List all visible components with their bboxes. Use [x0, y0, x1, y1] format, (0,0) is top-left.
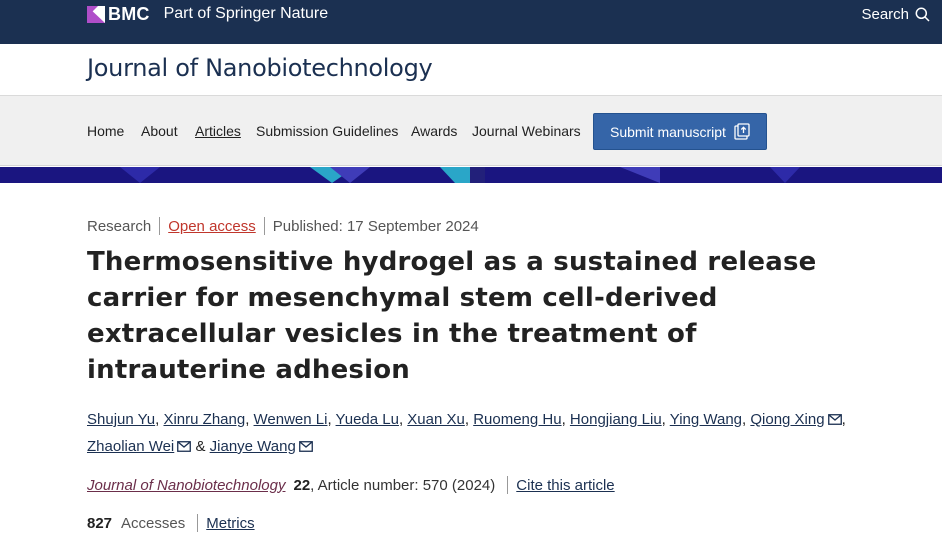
article-number: , Article number: 570 (2024)	[310, 476, 496, 494]
open-access-link[interactable]: Open access	[168, 218, 256, 235]
citation-line: Journal of Nanobiotechnology 22 , Articl…	[87, 476, 615, 494]
author-list: Shujun Yu, Xinru Zhang, Wenwen Li, Yueda…	[87, 411, 846, 455]
bmc-logo-mark-icon	[87, 5, 105, 23]
author-link[interactable]: Yueda Lu	[336, 411, 399, 428]
journal-title-link[interactable]: Journal of Nanobiotechnology	[87, 54, 433, 82]
envelope-icon[interactable]	[298, 441, 313, 452]
author-link[interactable]: Shujun Yu	[87, 411, 155, 428]
accesses-label: Accesses	[121, 514, 186, 532]
meta-divider	[159, 217, 161, 235]
cite-this-article-link[interactable]: Cite this article	[516, 477, 614, 494]
envelope-icon[interactable]	[827, 414, 842, 425]
publisher-tagline[interactable]: Part of Springer Nature	[164, 5, 329, 23]
meta-divider	[263, 217, 265, 235]
volume-number: 22	[293, 476, 311, 494]
journal-name-link[interactable]: Journal of Nanobiotechnology	[87, 477, 285, 494]
meta-divider	[507, 476, 509, 494]
author-link[interactable]: Zhaolian Wei	[87, 438, 174, 455]
author-link[interactable]: Wenwen Li	[254, 411, 328, 428]
article-title: Thermosensitive hydrogel as a sustained …	[87, 247, 817, 385]
top-bar: BMC Part of Springer Nature Search	[0, 0, 942, 44]
published-date: Published: 17 September 2024	[272, 217, 479, 235]
nav-submission-guidelines[interactable]: Submission Guidelines	[256, 123, 398, 139]
search-icon	[915, 7, 930, 22]
search-label: Search	[861, 5, 909, 23]
nav-home[interactable]: Home	[87, 123, 124, 139]
brand-name: BMC	[108, 3, 150, 24]
nav-articles[interactable]: Articles	[195, 123, 241, 139]
nav-awards[interactable]: Awards	[411, 123, 457, 139]
submit-manuscript-label: Submit manuscript	[610, 123, 726, 140]
author-link[interactable]: Xuan Xu	[407, 411, 465, 428]
author-link[interactable]: Xinru Zhang	[163, 411, 245, 428]
journal-header: Journal of Nanobiotechnology	[0, 44, 942, 96]
author-link[interactable]: Jianye Wang	[210, 438, 296, 455]
article-meta: Research Open access Published: 17 Septe…	[87, 217, 479, 235]
journal-nav: Home About Articles Submission Guideline…	[0, 96, 942, 166]
metrics-link[interactable]: Metrics	[206, 515, 254, 532]
nav-about[interactable]: About	[141, 123, 178, 139]
submit-manuscript-button[interactable]: Submit manuscript	[593, 113, 767, 150]
nav-journal-webinars[interactable]: Journal Webinars	[472, 123, 581, 139]
accesses-count: 827	[87, 514, 113, 532]
article-type: Research	[87, 217, 152, 235]
envelope-icon[interactable]	[177, 441, 192, 452]
author-link[interactable]: Ying Wang	[670, 411, 742, 428]
author-link[interactable]: Hongjiang Liu	[570, 411, 662, 428]
author-link[interactable]: Qiong Xing	[750, 411, 824, 428]
search-button[interactable]: Search	[861, 5, 930, 23]
bmc-logo[interactable]: BMC Part of Springer Nature	[87, 3, 329, 24]
meta-divider	[197, 514, 199, 532]
author-conjunction: &	[195, 438, 206, 455]
author-link[interactable]: Ruomeng Hu	[473, 411, 561, 428]
external-submit-icon	[734, 123, 750, 140]
decorative-banner	[0, 167, 942, 183]
access-metrics: 827 Accesses Metrics	[87, 514, 255, 532]
